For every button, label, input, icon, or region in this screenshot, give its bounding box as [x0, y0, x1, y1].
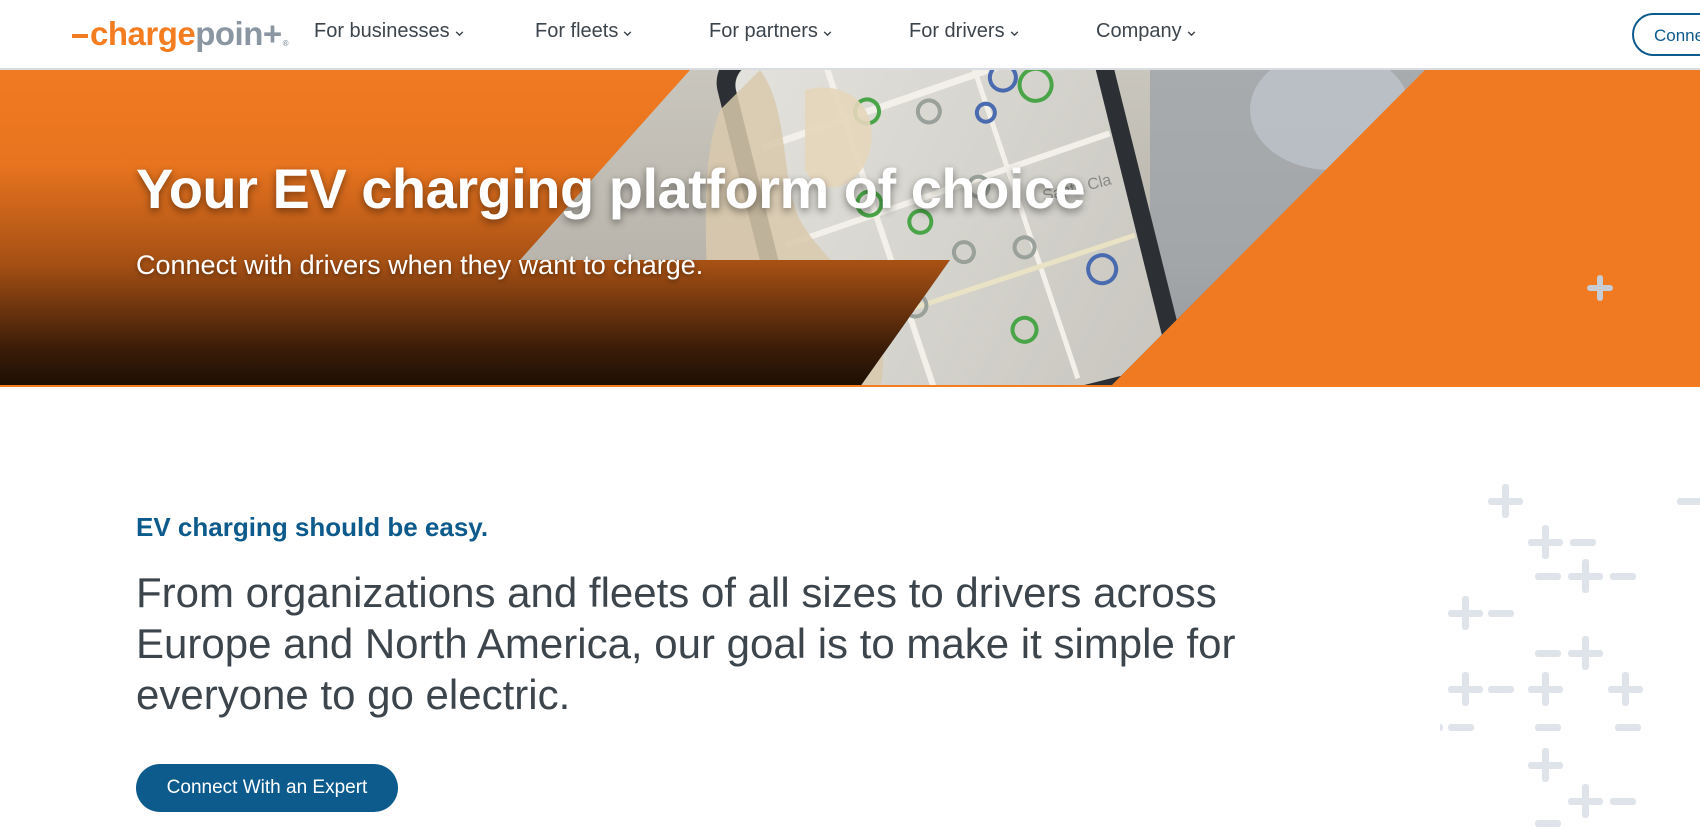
- plus-icon: [1448, 672, 1483, 706]
- hero-subtitle: Connect with drivers when they want to c…: [136, 250, 704, 280]
- nav-label: For drivers: [909, 20, 1005, 42]
- logo-dash: [72, 34, 88, 38]
- plus-icon: [1587, 275, 1613, 301]
- chevron-down-icon: [1010, 30, 1018, 36]
- connect-with-expert-button[interactable]: Connect With an Expert: [136, 764, 398, 812]
- nav-for-drivers[interactable]: For drivers: [909, 20, 1020, 43]
- section-eyebrow: EV charging should be easy.: [136, 512, 489, 542]
- plus-icon: [1528, 525, 1563, 559]
- nav-for-fleets[interactable]: For fleets: [535, 20, 633, 43]
- plus-icon: [1568, 784, 1603, 818]
- logo-registered-mark: ®: [282, 39, 289, 48]
- logo-text-point: poin: [195, 15, 263, 52]
- plus-icon: [1568, 559, 1603, 593]
- hero-banner: Santa Cla Your EV charging platform of c…: [0, 70, 1700, 387]
- nav-for-partners[interactable]: For partners: [709, 20, 833, 43]
- nav-label: For partners: [709, 20, 818, 42]
- chevron-down-icon: [823, 30, 832, 36]
- plus-icon: [1448, 596, 1483, 630]
- decorative-plus-pattern: [1440, 484, 1700, 827]
- nav-label: Company: [1096, 20, 1182, 42]
- section-lead-text: From organizations and fleets of all siz…: [136, 569, 1236, 718]
- nav-company[interactable]: Company: [1096, 20, 1197, 43]
- chevron-down-icon: [624, 30, 632, 36]
- logo-plus: +: [262, 15, 282, 52]
- plus-icon: [1440, 724, 1443, 731]
- plus-icon: [1568, 636, 1603, 670]
- hero-phone-map-image: Santa Cla: [520, 70, 1700, 385]
- chevron-down-icon: [1187, 30, 1195, 36]
- logo-text-charge: charge: [90, 15, 196, 52]
- nav-for-businesses[interactable]: For businesses: [314, 20, 465, 43]
- plus-icon: [1608, 672, 1643, 706]
- site-header: charge poin + ® For businesses For fleet…: [0, 0, 1700, 70]
- nav-label: For fleets: [535, 20, 619, 42]
- hero-title: Your EV charging platform of choice: [136, 157, 1086, 220]
- plus-icon: [1488, 484, 1523, 518]
- chevron-down-icon: [455, 30, 463, 36]
- plus-icon: [1528, 672, 1563, 706]
- nav-label: For businesses: [314, 20, 450, 42]
- chargepoint-logo[interactable]: charge poin + ®: [72, 14, 289, 54]
- connect-button[interactable]: Conne: [1632, 13, 1700, 56]
- plus-icon: [1528, 748, 1563, 782]
